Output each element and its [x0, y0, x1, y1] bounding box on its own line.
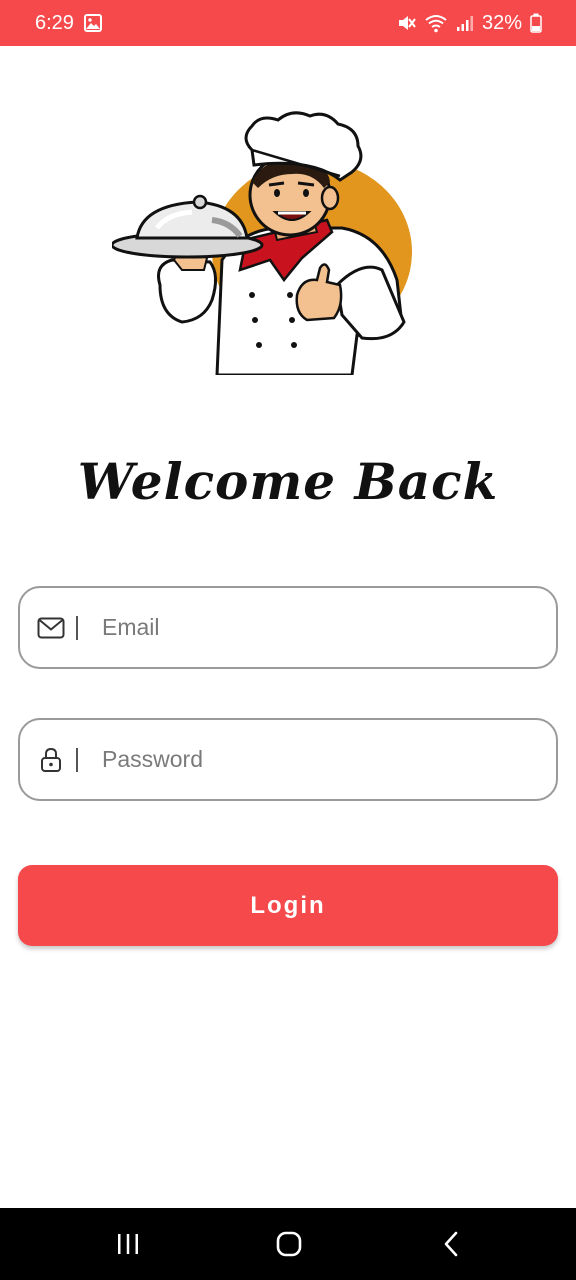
mail-icon — [37, 614, 65, 642]
image-notification-icon — [83, 14, 102, 32]
back-icon[interactable] — [411, 1208, 491, 1280]
mute-icon — [396, 13, 416, 33]
login-button[interactable]: Login — [18, 865, 558, 946]
battery-percent: 32% — [481, 11, 522, 34]
wifi-icon — [424, 13, 448, 33]
chef-mascot-illustration — [110, 110, 412, 377]
status-bar: 6:29 32% — [0, 0, 576, 46]
password-field[interactable] — [18, 718, 558, 801]
status-right: 32% — [396, 12, 542, 35]
signal-icon — [456, 14, 474, 32]
password-input[interactable] — [100, 745, 524, 774]
status-left: 6:29 — [35, 12, 102, 35]
navigation-bar — [0, 1208, 576, 1280]
home-icon[interactable] — [249, 1208, 329, 1280]
battery-icon — [530, 13, 542, 33]
email-field[interactable] — [18, 586, 558, 669]
recents-icon[interactable] — [88, 1208, 168, 1280]
field-divider — [76, 615, 78, 640]
email-input[interactable] — [100, 613, 524, 642]
lock-icon — [37, 746, 65, 774]
page-title: Welcome Back — [77, 452, 499, 511]
status-time: 6:29 — [35, 11, 74, 34]
field-divider — [76, 747, 78, 772]
